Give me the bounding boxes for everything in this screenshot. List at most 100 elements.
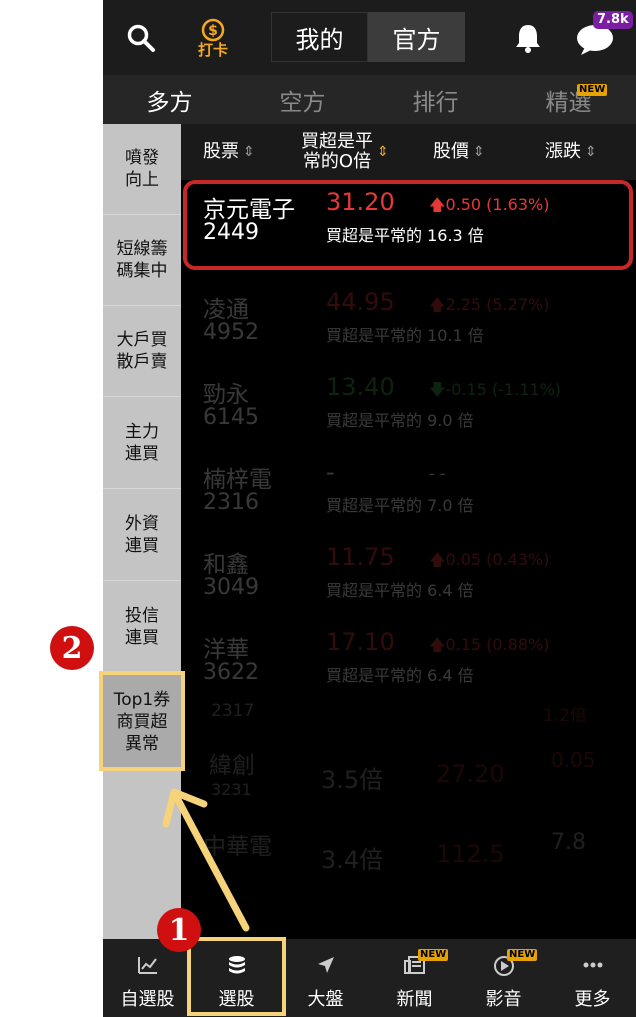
sidebar-item-label: 短線籌 bbox=[116, 239, 168, 259]
coin-icon: $ bbox=[201, 18, 225, 42]
ratio-value: 3.5倍 bbox=[321, 766, 384, 794]
stock-name: 凌通 bbox=[203, 297, 249, 323]
stock-code: 6145 bbox=[203, 405, 259, 430]
tab-short[interactable]: 空方 bbox=[236, 75, 369, 124]
stock-price: - bbox=[326, 458, 335, 486]
stock-price: 44.95 bbox=[326, 288, 395, 316]
buy-ratio-text: 買超是平常的 9.0 倍 bbox=[326, 411, 474, 430]
nav-news[interactable]: 新聞 NEW bbox=[370, 939, 459, 1017]
sidebar-item-label: 連買 bbox=[125, 628, 159, 648]
tab-mine[interactable]: 我的 bbox=[271, 12, 368, 62]
column-stock[interactable]: 股票 ⇕ bbox=[203, 124, 255, 180]
stock-code: 2316 bbox=[203, 490, 259, 515]
table-row[interactable]: 洋華 3622 17.10 🡅0.15 (0.88%) 買超是平常的 6.4 倍 bbox=[181, 620, 636, 705]
sidebar-item-chip-concentration[interactable]: 短線籌 碼集中 bbox=[103, 215, 181, 306]
stock-name: 楠梓電 bbox=[203, 467, 272, 493]
stock-code: 3622 bbox=[203, 660, 259, 685]
sort-icon: ⇕ bbox=[473, 144, 485, 160]
more-dots-icon bbox=[548, 955, 636, 980]
nav-market[interactable]: 大盤 bbox=[281, 939, 370, 1017]
stock-price: 17.10 bbox=[326, 628, 395, 656]
sidebar-item-label: 連買 bbox=[125, 444, 159, 464]
buy-ratio-text: 買超是平常的 6.4 倍 bbox=[326, 666, 474, 685]
stock-change: 🡅0.05 (0.43%) bbox=[429, 550, 550, 569]
column-label: 股價 bbox=[433, 141, 469, 162]
table-row[interactable]: 和鑫 3049 11.75 🡅0.05 (0.43%) 買超是平常的 6.4 倍 bbox=[181, 535, 636, 620]
sidebar-item-main-force-buy[interactable]: 主力 連買 bbox=[103, 398, 181, 489]
nav-label: 更多 bbox=[574, 989, 611, 1010]
sidebar-item-label: 向上 bbox=[125, 170, 159, 190]
table-row[interactable]: 楠梓電 2316 - - - 買超是平常的 7.0 倍 bbox=[181, 450, 636, 535]
stock-change: 7.8 bbox=[551, 830, 586, 855]
ratio-value: 1.2倍 bbox=[543, 706, 588, 726]
sort-active-icon: ⇕ bbox=[377, 144, 389, 160]
bell-icon[interactable] bbox=[508, 20, 548, 56]
change-value: 0.15 (0.88%) bbox=[445, 635, 550, 654]
stock-name: 洋華 bbox=[203, 637, 249, 663]
table-row[interactable]: 凌通 4952 44.95 🡅2.25 (5.27%) 買超是平常的 10.1 … bbox=[181, 280, 636, 365]
sidebar-item-trust-buy[interactable]: 投信 連買 bbox=[103, 582, 181, 673]
sidebar-item-burst-up[interactable]: 噴發 向上 bbox=[103, 124, 181, 215]
stock-change: 🡅2.25 (5.27%) bbox=[429, 295, 550, 314]
sidebar-item-label: 散戶賣 bbox=[116, 352, 168, 372]
stock-name: 和鑫 bbox=[203, 552, 249, 578]
sidebar-item-big-buy-retail-sell[interactable]: 大戶買 散戶賣 bbox=[103, 306, 181, 397]
buy-ratio-text: 買超是平常的 10.1 倍 bbox=[326, 326, 484, 345]
checkin-label: 打卡 bbox=[197, 41, 228, 59]
checkin-button[interactable]: $ 打卡 bbox=[191, 14, 235, 62]
buy-ratio-text: 買超是平常的 7.0 倍 bbox=[326, 496, 474, 515]
stock-code: 3049 bbox=[203, 575, 259, 600]
stock-price: 13.40 bbox=[326, 373, 395, 401]
table-row[interactable]: 勁永 6145 13.40 🡇-0.15 (-1.11%) 買超是平常的 9.0… bbox=[181, 365, 636, 450]
chart-icon bbox=[103, 955, 192, 980]
nav-video[interactable]: 影音 NEW bbox=[459, 939, 548, 1017]
sidebar-item-label: 大戶買 bbox=[116, 330, 168, 350]
stock-change: 🡅0.15 (0.88%) bbox=[429, 635, 550, 654]
sort-icon: ⇕ bbox=[243, 144, 255, 160]
stock-change: - - bbox=[429, 464, 446, 483]
table-row: 2317 1.2倍 bbox=[181, 695, 636, 735]
stock-change: 0.05 bbox=[551, 748, 596, 772]
column-price[interactable]: 股價 ⇕ bbox=[433, 124, 485, 180]
tab-official[interactable]: 官方 bbox=[368, 12, 465, 62]
nav-more[interactable]: 更多 bbox=[548, 939, 636, 1017]
row-highlight-frame bbox=[183, 180, 633, 270]
nav-label: 新聞 bbox=[396, 989, 433, 1010]
svg-text:$: $ bbox=[208, 23, 218, 39]
sidebar-item-label: 碼集中 bbox=[116, 261, 168, 281]
tab-long[interactable]: 多方 bbox=[103, 75, 236, 124]
sidebar-item-label: 主力 bbox=[125, 422, 159, 442]
stock-price: 11.75 bbox=[326, 543, 395, 571]
nav-label: 影音 bbox=[485, 989, 522, 1010]
step-marker-2: 2 bbox=[50, 626, 94, 670]
change-value: 2.25 (5.27%) bbox=[445, 295, 550, 314]
tab-featured[interactable]: 精選 bbox=[502, 75, 635, 124]
column-change[interactable]: 漲跌 ⇕ bbox=[545, 124, 597, 180]
column-header: 股票 ⇕ 買超是平 常的O倍 ⇕ 股價 ⇕ 漲跌 ⇕ bbox=[181, 124, 636, 180]
tab-ranking[interactable]: 排行 bbox=[369, 75, 502, 124]
sidebar-item-label: 連買 bbox=[125, 536, 159, 556]
stock-code: 4952 bbox=[203, 320, 259, 345]
column-buy-ratio[interactable]: 買超是平 常的O倍 ⇕ bbox=[301, 124, 389, 180]
stock-name: 緯創 bbox=[209, 753, 255, 779]
stock-name: 勁永 bbox=[203, 382, 249, 408]
column-label: 買超是平 bbox=[301, 131, 373, 152]
sidebar-item-label: 投信 bbox=[125, 606, 159, 626]
category-tabs: 多方 空方 排行 精選 NEW bbox=[103, 75, 636, 124]
nav-label: 大盤 bbox=[307, 989, 344, 1010]
stock-price: 27.20 bbox=[436, 760, 505, 788]
stock-change: 🡇-0.15 (-1.11%) bbox=[429, 380, 562, 399]
annotation-box-nav bbox=[187, 937, 286, 1016]
chat-badge: 7.8k bbox=[593, 11, 633, 29]
new-badge: NEW bbox=[507, 949, 538, 961]
column-label: 漲跌 bbox=[545, 141, 581, 162]
new-badge: NEW bbox=[418, 949, 449, 961]
nav-label: 自選股 bbox=[120, 989, 175, 1010]
new-badge: NEW bbox=[577, 84, 608, 96]
top-bar: $ 打卡 我的 官方 7.8k bbox=[103, 0, 636, 75]
stock-price: 112.5 bbox=[436, 840, 505, 868]
column-label: 股票 bbox=[203, 141, 239, 162]
buy-ratio-text: 買超是平常的 6.4 倍 bbox=[326, 581, 474, 600]
search-icon[interactable] bbox=[123, 20, 159, 56]
sidebar-item-foreign-buy[interactable]: 外資 連買 bbox=[103, 490, 181, 581]
